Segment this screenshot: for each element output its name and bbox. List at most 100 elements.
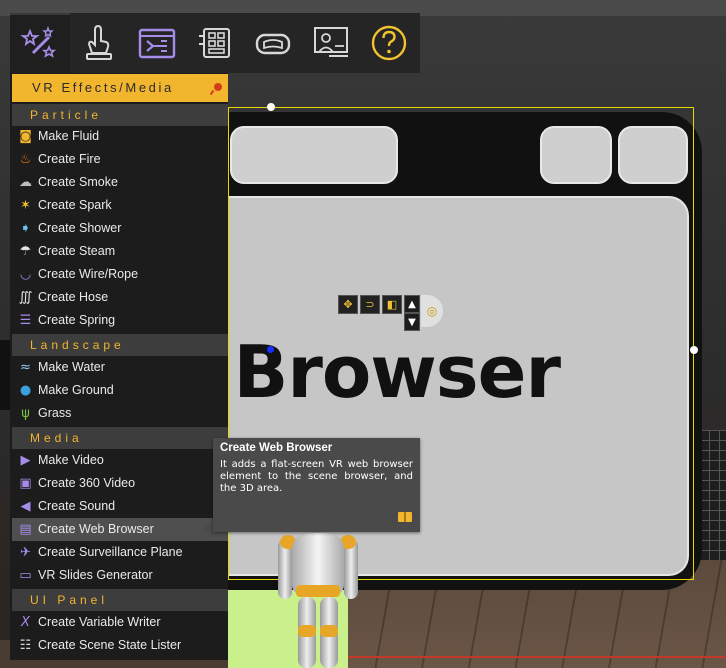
panel-title: VR Effects/Media [32, 80, 174, 95]
section-ui-panel: UI Panel [12, 589, 228, 611]
magic-wand-stars-icon [20, 25, 57, 58]
tooltip: Create Web Browser It adds a flat-screen… [213, 438, 420, 532]
menu-item-create-sound[interactable]: ◀ Create Sound [12, 495, 228, 518]
tooltip-title: Create Web Browser [220, 442, 333, 454]
menu-item-label: Create Spark [38, 198, 112, 213]
spring-icon: ☰ [19, 313, 32, 329]
touch-interaction-button[interactable] [70, 13, 128, 73]
menu-item-label: Create Shower [38, 221, 122, 236]
up-down-arrows[interactable]: ▲ ▼ [404, 295, 420, 331]
menu-item-create-scene-state-lister[interactable]: ☷ Create Scene State Lister [12, 634, 228, 657]
menu-item-label: VR Slides Generator [38, 568, 153, 583]
list-icon: ☷ [19, 638, 32, 654]
menu-item-make-video[interactable]: ▶ Make Video [12, 449, 228, 472]
presenter-screen-button[interactable] [302, 13, 360, 73]
camera-plane-icon: ✈ [20, 545, 31, 561]
menu-item-label: Make Water [38, 360, 105, 375]
section-landscape: Landscape [12, 334, 228, 356]
scale-icon[interactable]: ◧ [382, 295, 402, 314]
menu-item-label: Create Sound [38, 499, 116, 514]
menu-item-vr-slides-generator[interactable]: ▭ VR Slides Generator [12, 564, 228, 587]
section-media: Media [12, 427, 228, 449]
steam-cloud-icon: ☂ [19, 244, 32, 260]
menu-item-create-fire[interactable]: ♨ Create Fire [12, 148, 228, 171]
flow-board-icon [138, 28, 176, 59]
menu-item-create-shower[interactable]: ➧ Create Shower [12, 217, 228, 240]
variable-x-icon: X [21, 615, 30, 631]
menu-item-create-surveillance-plane[interactable]: ✈ Create Surveillance Plane [12, 541, 228, 564]
book-icon[interactable] [398, 512, 412, 522]
globe-icon: ● [19, 383, 32, 399]
menu-item-create-web-browser[interactable]: ▤ Create Web Browser [12, 518, 228, 542]
fluid-glass-icon: ◙ [19, 129, 32, 145]
menu-item-make-ground[interactable]: ● Make Ground [12, 379, 228, 402]
hand-pointer-icon [86, 24, 112, 60]
menu-item-create-smoke[interactable]: ☁ Create Smoke [12, 171, 228, 194]
panel-title-bar: VR Effects/Media [12, 74, 228, 102]
figure-knee [320, 625, 338, 637]
menu-item-make-fluid[interactable]: ◙ Make Fluid [12, 125, 228, 148]
section-label: Landscape [30, 338, 125, 352]
arrow-down-icon[interactable]: ▼ [404, 313, 420, 331]
menu-item-make-water[interactable]: ≈ Make Water [12, 356, 228, 379]
menu-item-create-variable-writer[interactable]: X Create Variable Writer [12, 611, 228, 634]
vr-effects-media-button[interactable] [10, 13, 70, 73]
menu-item-label: Create Hose [38, 290, 109, 305]
video-icon: ▶ [20, 453, 31, 469]
grass-icon: ψ [21, 406, 30, 422]
menu-item-label: Make Video [38, 453, 104, 468]
water-icon: ≈ [20, 360, 31, 376]
menu-item-label: Create Surveillance Plane [38, 545, 183, 560]
selection-handle[interactable] [690, 346, 698, 354]
menu-item-create-spark[interactable]: ✶ Create Spark [12, 194, 228, 217]
transform-gizmo[interactable]: ✥ ⊃ ◧ ▲ ▼ ◎ [338, 295, 443, 333]
logic-flow-button[interactable] [128, 13, 186, 73]
vr-headset-icon [255, 33, 291, 55]
hose-icon: ∭ [18, 290, 33, 306]
menu-item-label: Create Variable Writer [38, 615, 161, 630]
figure-belt [296, 585, 340, 597]
tooltip-arrow [203, 519, 213, 539]
rotate-icon[interactable]: ⊃ [360, 295, 380, 314]
spark-icon: ✶ [20, 198, 31, 214]
menu-item-create-hose[interactable]: ∭ Create Hose [12, 286, 228, 309]
x-axis-line [330, 656, 726, 658]
section-label: Particle [30, 108, 103, 122]
menu-item-label: Create 360 Video [38, 476, 136, 491]
rope-icon: ◡ [19, 267, 32, 283]
fire-icon: ♨ [19, 152, 32, 168]
smoke-icon: ☁ [19, 175, 32, 191]
menu-item-label: Create Scene State Lister [38, 638, 182, 653]
main-toolbar [10, 13, 420, 73]
arrow-up-icon[interactable]: ▲ [404, 295, 420, 313]
help-button[interactable] [360, 13, 418, 73]
section-label: Media [30, 431, 83, 445]
menu-item-create-steam[interactable]: ☂ Create Steam [12, 240, 228, 263]
menu-item-label: Create Wire/Rope [38, 267, 139, 282]
slides-icon: ▭ [19, 568, 32, 584]
pin-icon[interactable] [214, 83, 222, 91]
menu-item-label: Make Ground [38, 383, 114, 398]
section-label: UI Panel [30, 593, 109, 607]
menu-item-create-wire-rope[interactable]: ◡ Create Wire/Rope [12, 263, 228, 286]
grid-layout-button[interactable] [186, 13, 244, 73]
gizmo-settings-icon[interactable]: ◎ [421, 295, 443, 327]
figure-knee [298, 625, 316, 637]
move-icon[interactable]: ✥ [338, 295, 358, 314]
tooltip-body: It adds a flat-screen VR web browser ele… [220, 459, 413, 494]
menu-item-label: Make Fluid [38, 129, 100, 144]
vr-headset-button[interactable] [244, 13, 302, 73]
pivot-point[interactable] [267, 346, 274, 353]
presenter-screen-icon [314, 27, 348, 57]
video-360-icon: ▣ [19, 476, 32, 492]
vr-effects-media-panel: VR Effects/Media Particle ◙ Make Fluid ♨… [10, 73, 228, 660]
menu-item-label: Create Fire [38, 152, 101, 167]
menu-item-create-spring[interactable]: ☰ Create Spring [12, 309, 228, 332]
menu-item-create-360-video[interactable]: ▣ Create 360 Video [12, 472, 228, 495]
menu-item-grass[interactable]: ψ Grass [12, 402, 228, 425]
menu-item-label: Create Smoke [38, 175, 118, 190]
shower-icon: ➧ [20, 221, 31, 237]
menu-item-label: Create Spring [38, 313, 116, 328]
section-particle: Particle [12, 104, 228, 126]
selection-handle[interactable] [267, 103, 275, 111]
